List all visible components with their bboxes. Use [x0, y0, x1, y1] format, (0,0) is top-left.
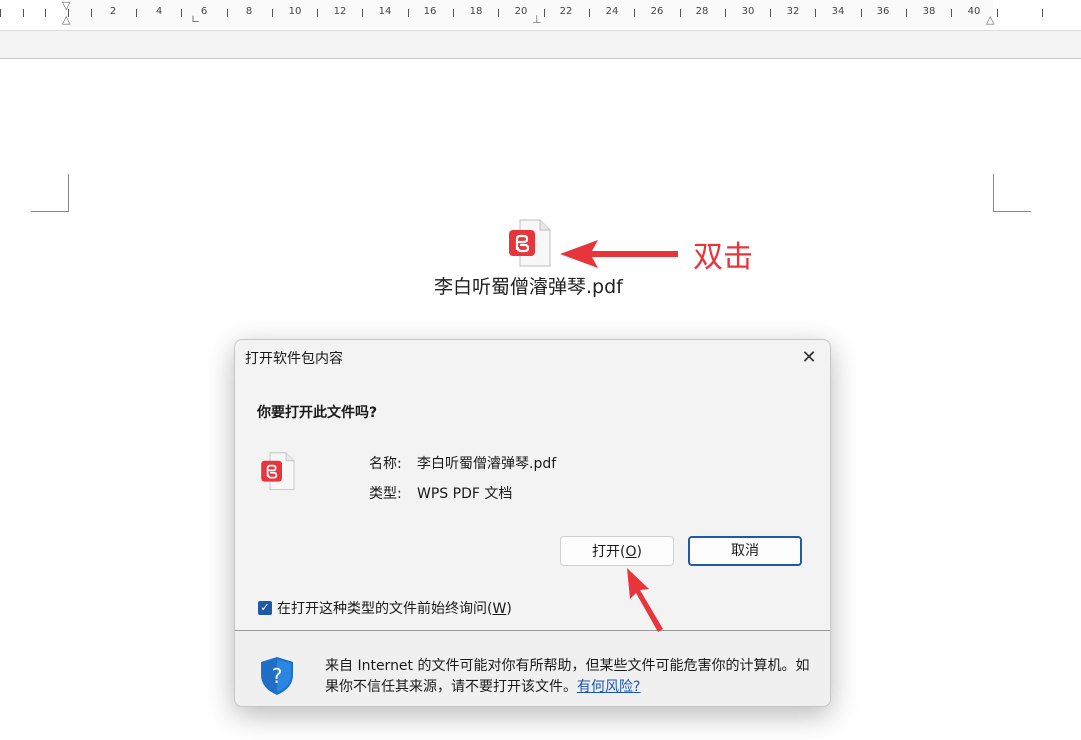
center-tab-stop-icon[interactable]: ⊥	[532, 14, 542, 25]
left-tab-stop-icon[interactable]: ∟	[191, 14, 200, 25]
footer-divider	[235, 630, 830, 631]
margin-corner-top-left	[31, 174, 69, 212]
open-button[interactable]: 打开(O)	[560, 536, 674, 566]
svg-text:?: ?	[272, 664, 283, 688]
ruler-tick	[770, 9, 771, 17]
horizontal-ruler[interactable]: 2 4 6 8 10 12 14 16 18 20 22 24 26 28 30 32 34 36 38 40 ▽ △…	[0, 0, 1081, 31]
ruler-number: 6	[200, 6, 208, 17]
always-ask-option[interactable]: ✓ 在打开这种类型的文件前始终询问(W)	[258, 598, 512, 618]
always-ask-checkbox[interactable]: ✓	[258, 601, 272, 615]
open-button-label-end: )	[636, 544, 642, 560]
ruler-tick	[1042, 9, 1043, 17]
ruler-tick	[45, 9, 46, 17]
ruler-tick	[589, 9, 590, 17]
ruler-tick	[91, 9, 92, 17]
annotation-arrow-left	[560, 240, 678, 268]
ruler-tick	[680, 9, 681, 17]
ruler-number: 28	[695, 6, 709, 17]
shield-question-icon: ?	[261, 657, 293, 695]
ruler-tick	[362, 9, 363, 17]
what-is-the-risk-link[interactable]: 有何风险?	[577, 679, 640, 695]
ruler-number: 16	[423, 6, 437, 17]
ruler-tick	[317, 9, 318, 17]
security-warning-text: 来自 Internet 的文件可能对你有所帮助，但某些文件可能危害你的计算机。如…	[325, 658, 810, 695]
open-button-label: 打开(	[592, 544, 626, 560]
annotation-arrow-up	[627, 568, 663, 632]
ruler-tick	[227, 9, 228, 17]
close-icon[interactable]: ✕	[792, 342, 826, 374]
open-package-dialog: 打开软件包内容 ✕ 你要打开此文件吗? 名称: 李白听蜀僧濬弹琴.pdf 类型:…	[234, 339, 831, 707]
ruler-number: 40	[967, 6, 981, 17]
always-ask-label-text: 在打开这种类型的文件前始终询问(	[277, 601, 493, 617]
ruler-number: 10	[288, 6, 302, 17]
ruler-tick	[725, 9, 726, 17]
ruler-tick	[272, 9, 273, 17]
ruler-number: 18	[469, 6, 483, 17]
first-line-indent-marker[interactable]: ▽	[62, 0, 70, 11]
always-ask-label: 在打开这种类型的文件前始终询问(W)	[277, 598, 512, 618]
ruler-tick	[0, 9, 1, 17]
always-ask-label-end: )	[506, 601, 512, 617]
ruler-tick	[136, 9, 137, 17]
margin-corner-top-right	[993, 174, 1031, 212]
ruler-tick	[498, 9, 499, 17]
ruler-number: 36	[876, 6, 890, 17]
pdf-file-icon	[261, 452, 295, 490]
right-indent-marker[interactable]: △	[986, 14, 994, 25]
ruler-tick	[951, 9, 952, 17]
always-ask-accesskey: W	[492, 601, 507, 617]
ruler-tick	[544, 9, 545, 17]
ruler-number: 22	[559, 6, 573, 17]
ruler-number: 8	[245, 6, 253, 17]
ruler-number: 4	[155, 6, 163, 17]
ruler-number: 20	[514, 6, 528, 17]
dialog-question: 你要打开此文件吗?	[257, 405, 378, 421]
ruler-number: 30	[741, 6, 755, 17]
ruler-tick	[23, 9, 24, 17]
type-value: WPS PDF 文档	[417, 486, 513, 502]
open-button-accesskey: O	[625, 544, 637, 560]
security-warning: 来自 Internet 的文件可能对你有所帮助，但某些文件可能危害你的计算机。如…	[325, 656, 815, 698]
ruler-number: 32	[786, 6, 800, 17]
ruler-number: 12	[333, 6, 347, 17]
toolbar-strip	[0, 31, 1081, 59]
ruler-tick	[815, 9, 816, 17]
ruler-number: 26	[650, 6, 664, 17]
ruler-tick	[181, 9, 182, 17]
ruler-tick	[453, 9, 454, 17]
ruler-number: 34	[831, 6, 845, 17]
ruler-number: 14	[378, 6, 392, 17]
ruler-tick	[997, 9, 998, 17]
name-value: 李白听蜀僧濬弹琴.pdf	[417, 456, 557, 472]
ruler-tick	[634, 9, 635, 17]
annotation-double-click: 双击	[693, 240, 753, 275]
type-label: 类型:	[369, 486, 402, 502]
ruler-number: 2	[109, 6, 117, 17]
name-label: 名称:	[369, 456, 402, 472]
ruler-number: 38	[922, 6, 936, 17]
dialog-title: 打开软件包内容	[245, 351, 343, 367]
left-indent-marker[interactable]: △	[62, 14, 70, 25]
ruler-tick	[906, 9, 907, 17]
cancel-button[interactable]: 取消	[688, 536, 802, 566]
ruler-number: 24	[605, 6, 619, 17]
pdf-file-icon[interactable]	[508, 219, 552, 269]
ruler-tick	[408, 9, 409, 17]
ruler-tick	[861, 9, 862, 17]
